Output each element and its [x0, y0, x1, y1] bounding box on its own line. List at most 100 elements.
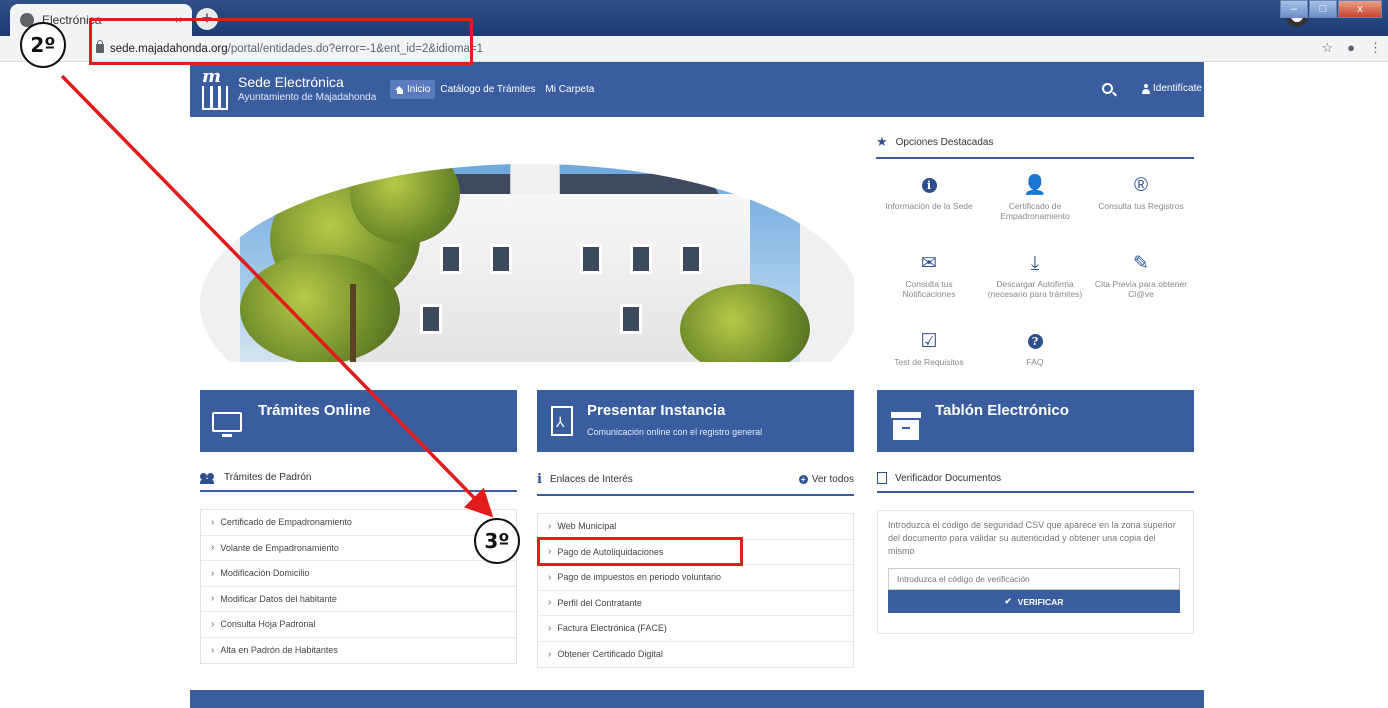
option-label: Test de Requisitos: [894, 357, 964, 367]
minimize-button[interactable]: –: [1280, 0, 1308, 18]
list-item[interactable]: › Factura Electrónica (FACE): [538, 616, 853, 642]
search-icon[interactable]: [1102, 83, 1113, 94]
tablon-electronico-title: Tablón Electrónico: [935, 402, 1069, 419]
chevron-right-icon: ›: [211, 567, 215, 579]
option-label: Descargar Autofirma (necesario para trám…: [987, 279, 1083, 300]
plus-circle-icon: +: [798, 475, 808, 484]
opciones-title-text: Opciones Destacadas: [895, 136, 994, 148]
option-consulta-registros[interactable]: ® Consulta tus Registros: [1088, 167, 1194, 245]
download-icon: ⤓: [1030, 253, 1040, 274]
tramites-online-button[interactable]: Trámites Online: [200, 390, 517, 452]
autoliquidaciones-highlight-box: [537, 537, 743, 566]
logo-letter: m: [202, 66, 222, 87]
verification-code-input[interactable]: [888, 568, 1180, 591]
site-footer: [190, 690, 1204, 708]
list-item-label: Obtener Certificado Digital: [557, 649, 663, 660]
list-item-label: Certificado de Empadronamiento: [220, 517, 352, 528]
enlaces-title: i Enlaces de Interés + Ver todos: [537, 472, 854, 496]
bookmark-star-icon[interactable]: ☆: [1321, 40, 1333, 56]
verificador-title: Verificador Documentos: [877, 472, 1194, 493]
web-page: m Sede Electrónica Ayuntamiento de Majad…: [190, 62, 1204, 708]
option-certificado-empadronamiento[interactable]: 👤 Certificado de Empadronamiento: [982, 167, 1088, 245]
person-icon: 👤: [1023, 175, 1047, 196]
archive-box-icon: [891, 412, 921, 440]
chevron-right-icon: ›: [548, 648, 552, 660]
presentar-instancia-subtitle: Comunicación online con el registro gene…: [587, 427, 763, 437]
list-item[interactable]: › Certificado de Empadronamiento: [201, 510, 516, 536]
question-icon: ?: [982, 327, 1088, 357]
option-consulta-notificaciones[interactable]: ✉ Consulta tus Notificaciones: [876, 245, 982, 323]
list-item[interactable]: › Web Municipal: [538, 514, 853, 540]
list-item-label: Volante de Empadronamiento: [220, 542, 339, 553]
verificador-title-text: Verificador Documentos: [895, 472, 1002, 484]
identify-label: Identifícate: [1153, 83, 1202, 94]
padron-list: › Certificado de Empadronamiento › Volante…: [200, 509, 517, 664]
nav-mi-carpeta[interactable]: Mi Carpeta: [540, 80, 599, 99]
ver-todos-link[interactable]: + Ver todos: [798, 474, 854, 485]
opciones-destacadas: ★ Opciones Destacadas i Información de la…: [876, 134, 1194, 401]
presentar-instancia-button[interactable]: Presentar Instancia Comunicación online …: [537, 390, 854, 452]
user-icon: [1142, 83, 1150, 94]
list-item-label: Pago de impuestos en periodo voluntario: [557, 572, 721, 583]
option-cita-previa-clave[interactable]: ✎ Cita Previa para obtener Cl@ve: [1088, 245, 1194, 323]
hero-image: [200, 134, 854, 362]
identify-link[interactable]: Identifícate: [1142, 83, 1202, 94]
list-item-label: Alta en Padrón de Habitantes: [220, 645, 338, 656]
nav-catalogo-tramites[interactable]: Catálogo de Trámites: [435, 80, 540, 99]
info-icon: i: [876, 171, 982, 201]
list-item[interactable]: › Perfil del Contratante: [538, 591, 853, 616]
chevron-right-icon: ›: [211, 593, 215, 605]
maximize-button[interactable]: □: [1309, 0, 1337, 18]
menu-dots-icon[interactable]: ⋮: [1369, 40, 1382, 56]
list-item[interactable]: › Volante de Empadronamiento: [201, 536, 516, 561]
list-item-label: Modificar Datos del habitante: [220, 593, 337, 604]
list-item[interactable]: › Alta en Padrón de Habitantes: [201, 638, 516, 664]
list-item[interactable]: › Pago de impuestos en periodo voluntario: [538, 565, 853, 591]
option-informacion-sede[interactable]: i Información de la Sede: [876, 167, 982, 245]
star-icon: ★: [876, 134, 888, 149]
verificar-button[interactable]: ✔ VERIFICAR: [888, 590, 1180, 614]
tramites-online-title: Trámites Online: [258, 402, 371, 419]
chevron-right-icon: ›: [211, 618, 215, 630]
site-title[interactable]: Sede Electrónica: [238, 74, 344, 90]
list-item[interactable]: › Consulta Hoja Padronal: [201, 612, 516, 638]
list-item-label: Web Municipal: [557, 521, 617, 532]
majadahonda-logo[interactable]: m: [200, 66, 230, 112]
opciones-grid: i Información de la Sede 👤 Certificado de …: [876, 167, 1194, 401]
chevron-right-icon: ›: [211, 516, 215, 528]
padron-title: Trámites de Padrón: [200, 472, 517, 492]
chevron-right-icon: ›: [548, 597, 552, 609]
enlaces-title-text: Enlaces de Interés: [549, 474, 633, 485]
nav-inicio[interactable]: Inicio: [390, 80, 436, 99]
option-label: Información de la Sede: [885, 201, 973, 211]
chevron-right-icon: ›: [211, 542, 215, 554]
list-item-label: Factura Electrónica (FACE): [557, 623, 667, 634]
profile-icon[interactable]: ●: [1347, 40, 1355, 56]
list-item[interactable]: › Obtener Certificado Digital: [538, 642, 853, 668]
step-3-marker: 3º: [474, 518, 520, 564]
tablon-electronico-button[interactable]: Tablón Electrónico: [877, 390, 1194, 452]
users-icon: [200, 472, 216, 484]
list-item[interactable]: › Modificación Domicilio: [201, 561, 516, 587]
option-label: Certificado de Empadronamiento: [1000, 201, 1070, 222]
checkbox-icon: ☑: [920, 331, 938, 352]
verificador-instructions: Introduzca el código de seguridad CSV qu…: [888, 520, 1176, 557]
list-item-label: Modificación Domicilio: [220, 568, 310, 579]
tramites-padron-section: Trámites de Padrón › Certificado de Empad…: [200, 472, 517, 664]
padron-title-text: Trámites de Padrón: [224, 472, 312, 483]
option-descargar-autofirma[interactable]: ⤓ Descargar Autofirma (necesario para trá…: [982, 245, 1088, 323]
check-icon: ✔: [1004, 596, 1012, 607]
option-label: FAQ: [1026, 357, 1044, 367]
ver-todos-label: Ver todos: [811, 474, 854, 485]
monitor-icon: [212, 412, 242, 437]
chevron-right-icon: ›: [548, 622, 552, 634]
toolbar-actions: ☆ ● ⋮: [1321, 40, 1382, 56]
enlaces-interes-section: i Enlaces de Interés + Ver todos › Web Mun…: [537, 472, 854, 668]
option-label: Consulta tus Notificaciones: [902, 279, 956, 300]
site-subtitle: Ayuntamiento de Majadahonda: [238, 92, 377, 103]
list-item[interactable]: › Modificar Datos del habitante: [201, 587, 516, 612]
chevron-right-icon: ›: [211, 644, 215, 656]
close-window-button[interactable]: x: [1338, 0, 1382, 18]
verificar-label: VERIFICAR: [1017, 596, 1064, 607]
option-label: Cita Previa para obtener Cl@ve: [1094, 279, 1188, 300]
